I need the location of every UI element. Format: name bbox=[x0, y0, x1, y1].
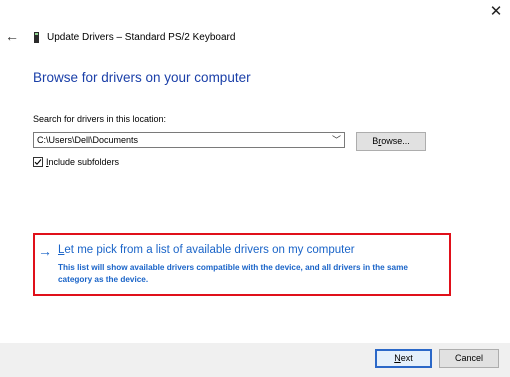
arrow-right-icon: → bbox=[38, 243, 52, 259]
keyboard-device-icon bbox=[34, 32, 39, 43]
browse-button[interactable]: Browse... bbox=[356, 132, 426, 151]
back-arrow-icon: ← bbox=[5, 28, 19, 44]
back-button[interactable]: ← bbox=[5, 28, 19, 44]
pick-from-list-link[interactable]: Let me pick from a list of available dri… bbox=[58, 243, 355, 258]
next-button[interactable]: Next bbox=[375, 349, 432, 368]
close-button[interactable]: ✕ bbox=[487, 3, 505, 21]
include-subfolders-label[interactable]: Include subfolders bbox=[46, 156, 119, 168]
include-subfolders-checkbox[interactable] bbox=[33, 157, 43, 167]
dialog-footer bbox=[0, 343, 510, 377]
pick-option-description: This list will show available drivers co… bbox=[58, 263, 408, 284]
chevron-down-icon[interactable]: ﹀ bbox=[332, 134, 341, 146]
page-heading: Browse for drivers on your computer bbox=[33, 70, 251, 85]
subfolders-label-rest: nclude subfolders bbox=[48, 157, 120, 167]
browse-label-rest: owse... bbox=[381, 136, 410, 146]
cancel-button[interactable]: Cancel bbox=[439, 349, 499, 368]
search-location-label: Search for drivers in this location: bbox=[33, 114, 167, 124]
location-input[interactable] bbox=[37, 133, 322, 147]
location-combobox[interactable]: ﹀ bbox=[33, 132, 345, 148]
checkmark-icon bbox=[34, 159, 42, 166]
next-label-rest: ext bbox=[400, 353, 413, 363]
pick-link-rest: et me pick from a list of available driv… bbox=[64, 244, 355, 256]
close-icon: ✕ bbox=[489, 3, 503, 20]
window-title: Update Drivers – Standard PS/2 Keyboard bbox=[47, 32, 236, 43]
